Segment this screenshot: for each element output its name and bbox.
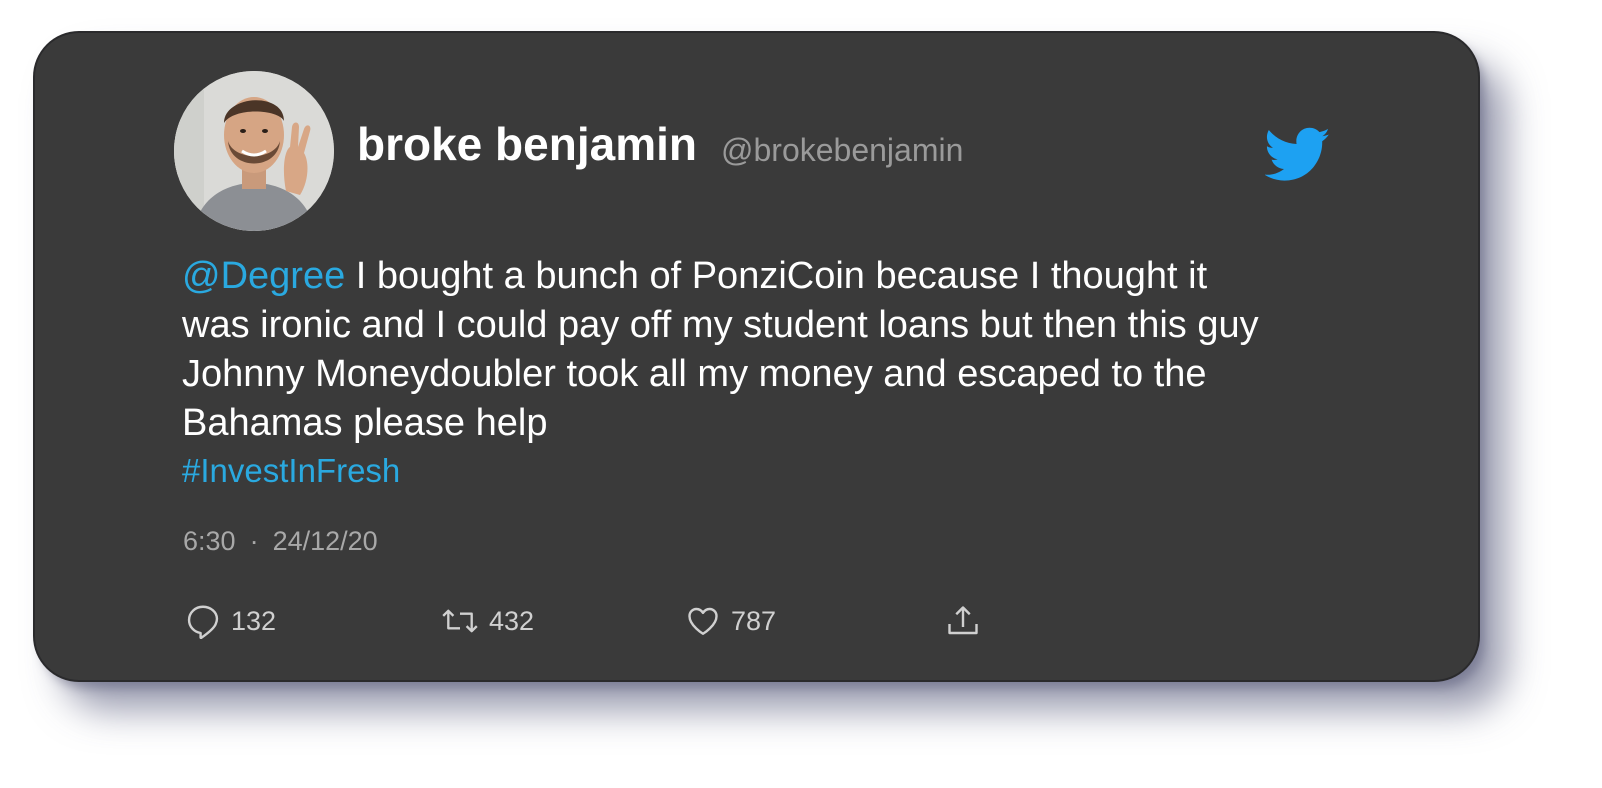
tweet-timestamp: 6:30 · 24/12/20 [183,528,378,555]
retweet-icon [442,609,478,633]
like-button[interactable]: 787 [685,601,776,641]
tweet-card: broke benjamin @brokebenjamin @Degree I … [35,33,1478,680]
twitter-bird-icon [1264,127,1331,183]
share-button[interactable] [945,601,991,641]
display-name[interactable]: broke benjamin [357,121,697,167]
retweet-button[interactable]: 432 [441,601,534,641]
retweet-count: 432 [489,605,535,636]
avatar[interactable] [174,71,334,231]
avatar-image [174,71,334,231]
mention-link[interactable]: @Degree [182,255,345,297]
like-count: 787 [731,605,777,636]
share-icon [948,606,978,635]
reply-count: 132 [231,605,277,636]
heart-icon [688,607,718,635]
tweet-time: 6:30 [183,526,236,556]
tweet-text: @Degree I bought a bunch of PonziCoin be… [182,252,1262,448]
user-handle[interactable]: @brokebenjamin [721,134,963,166]
tweet-date: 24/12/20 [272,526,378,556]
reply-icon [187,605,219,639]
reply-button[interactable]: 132 [185,601,276,641]
hashtag-link[interactable]: #InvestInFresh [182,454,400,487]
meta-separator: · [249,526,259,556]
